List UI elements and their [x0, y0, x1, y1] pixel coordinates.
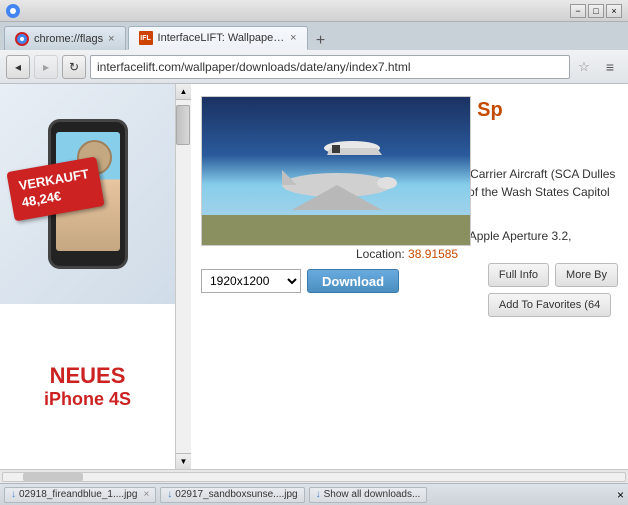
tab-flags-close[interactable]: × [108, 33, 114, 45]
forward-button[interactable]: ▸ [34, 55, 58, 79]
download-icon-2: ↓ [167, 489, 172, 500]
back-button[interactable]: ◂ [6, 55, 30, 79]
nav-bar: ◂ ▸ ↻ interfacelift.com/wallpaper/downlo… [0, 50, 628, 84]
wrench-menu-icon[interactable]: ≡ [598, 55, 622, 79]
resolution-select[interactable]: 1920x1200 [201, 269, 301, 293]
scroll-up-button[interactable]: ▲ [176, 84, 191, 100]
browser-window: − □ × chrome://flags × IFL InterfaceLIFT… [0, 0, 628, 505]
action-buttons: Full Info More By [488, 263, 618, 287]
ad-phone-image: VERKAUFT 48,24€ [0, 84, 175, 304]
tab-bar: chrome://flags × IFL InterfaceLIFT: Wall… [0, 22, 628, 50]
address-text: interfacelift.com/wallpaper/downloads/da… [97, 60, 563, 74]
more-by-button[interactable]: More By [555, 263, 618, 287]
page-area: VERKAUFT 48,24€ NEUES iPhone 4S ▲ ▼ [0, 84, 628, 469]
download-close-1[interactable]: × [143, 489, 149, 500]
horizontal-scrollbar[interactable] [0, 469, 628, 483]
article-location: Location: 38.91585 [356, 247, 618, 261]
title-bar-left [6, 4, 20, 18]
favorites-area: Add To Favorites (64 [488, 293, 618, 317]
title-bar: − □ × [0, 0, 628, 22]
ad-text-area: NEUES iPhone 4S [0, 304, 175, 469]
scroll-down-button[interactable]: ▼ [176, 453, 191, 469]
download-filename-1: 02918_fireandblue_1....jpg [19, 489, 137, 500]
show-all-arrow-icon: ↓ [316, 489, 321, 500]
tab-flags[interactable]: chrome://flags × [4, 26, 126, 50]
download-button[interactable]: Download [307, 269, 399, 293]
tab-flags-label: chrome://flags [34, 33, 103, 45]
window-controls: − □ × [570, 4, 622, 18]
tab-ifl-favicon: IFL [139, 31, 153, 45]
download-item-1[interactable]: ↓ 02918_fireandblue_1....jpg × [4, 487, 156, 503]
main-content: Hitch-hiking Sp By chickenwire April 17t… [191, 84, 628, 469]
download-filename-2: 02917_sandboxsunse....jpg [175, 489, 297, 500]
close-button[interactable]: × [606, 4, 622, 18]
wallpaper-thumbnail [201, 96, 471, 246]
downloads-bar: ↓ 02918_fireandblue_1....jpg × ↓ 02917_s… [0, 483, 628, 505]
scroll-track[interactable] [176, 100, 191, 453]
download-item-2[interactable]: ↓ 02917_sandboxsunse....jpg [160, 487, 304, 503]
vertical-scrollbar[interactable]: ▲ ▼ [175, 84, 191, 469]
tab-favicon-chrome [15, 32, 29, 46]
tab-ifl-close[interactable]: × [290, 32, 296, 44]
h-scroll-track[interactable] [2, 472, 626, 482]
new-tab-button[interactable]: + [310, 32, 332, 50]
ad-neues-text: NEUES [50, 363, 126, 389]
show-all-downloads-button[interactable]: ↓ Show all downloads... [309, 487, 428, 503]
bookmark-star-icon[interactable]: ☆ [574, 57, 594, 77]
scroll-thumb[interactable] [176, 105, 190, 145]
download-icon-1: ↓ [11, 489, 16, 500]
show-all-label: Show all downloads... [324, 489, 421, 500]
chrome-logo-icon [6, 4, 20, 18]
add-to-favorites-button[interactable]: Add To Favorites (64 [488, 293, 611, 317]
tab-ifl-label: InterfaceLIFT: Wallpaper sc [158, 32, 286, 44]
address-bar[interactable]: interfacelift.com/wallpaper/downloads/da… [90, 55, 570, 79]
minimize-button[interactable]: − [570, 4, 586, 18]
full-info-button[interactable]: Full Info [488, 263, 549, 287]
tab-ifl[interactable]: IFL InterfaceLIFT: Wallpaper sc × [128, 26, 308, 50]
chrome-tab-icon [17, 34, 27, 44]
right-action-area: Full Info More By Add To Favorites (64 [488, 263, 618, 317]
reload-button[interactable]: ↻ [62, 55, 86, 79]
download-section: 1920x1200 Download Full Info More By Add… [201, 269, 618, 293]
maximize-button[interactable]: □ [588, 4, 604, 18]
close-downloads-icon[interactable]: × [617, 488, 624, 502]
left-advertisement: VERKAUFT 48,24€ NEUES iPhone 4S [0, 84, 175, 469]
location-coords: 38.91585 [408, 247, 458, 261]
location-label: Location: [356, 247, 405, 261]
wallpaper-image-svg [202, 96, 470, 245]
ad-iphone-text: iPhone 4S [44, 389, 131, 410]
h-scroll-thumb[interactable] [23, 473, 83, 481]
